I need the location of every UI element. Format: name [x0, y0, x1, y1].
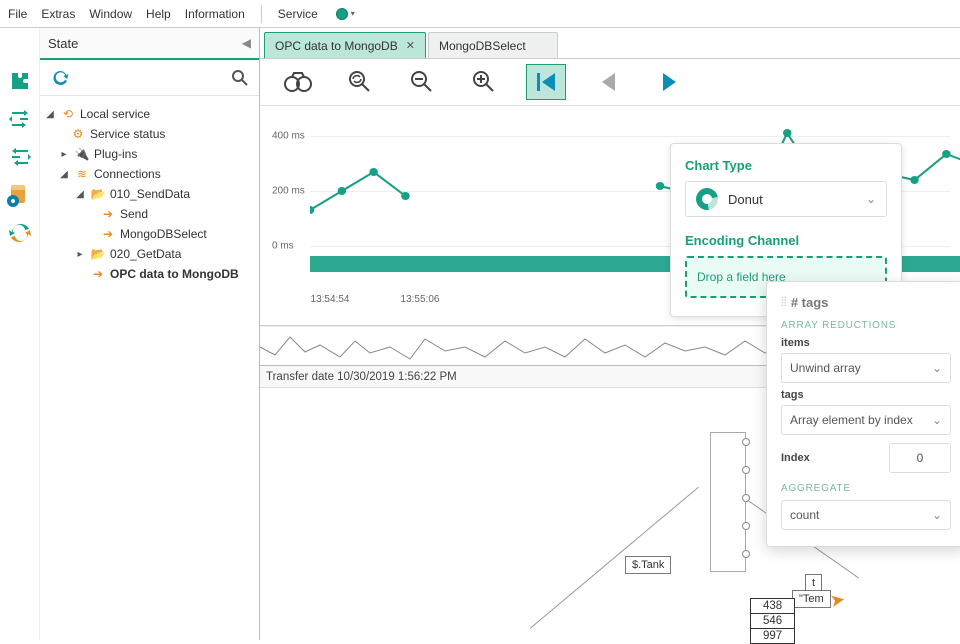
chart-toolbar — [260, 58, 960, 106]
tree-opc[interactable]: ➔OPC data to MongoDB — [44, 264, 255, 284]
node-port[interactable] — [742, 522, 750, 530]
menu-extras[interactable]: Extras — [41, 7, 75, 21]
items-select[interactable]: Unwind array⌄ — [781, 353, 951, 383]
chevron-down-icon: ⌄ — [866, 192, 876, 206]
y-tick: 0 ms — [272, 241, 302, 252]
puzzle-icon[interactable] — [6, 68, 34, 94]
stack-value: 997 — [751, 629, 794, 643]
node-port[interactable] — [742, 466, 750, 474]
section-aggregate: AGGREGATE — [781, 483, 951, 494]
folder-icon: 📂 — [90, 246, 106, 262]
node-port[interactable] — [742, 550, 750, 558]
tree-senddata[interactable]: ◢📂010_SendData — [44, 184, 255, 204]
tab-opc[interactable]: OPC data to MongoDB✕ — [264, 32, 426, 58]
sliders-left-icon[interactable] — [6, 144, 34, 170]
tags-popup: ⦙⦙ # tags ARRAY REDUCTIONS items Unwind a… — [766, 281, 960, 547]
section-array-reductions: ARRAY REDUCTIONS — [781, 320, 951, 331]
nav-next-icon[interactable] — [650, 64, 690, 100]
panel-collapse-icon[interactable]: ◀ — [242, 36, 251, 50]
arrow-right-icon: ➔ — [100, 226, 116, 242]
zoom-out-icon[interactable] — [402, 64, 442, 100]
chevron-down-icon: ⌄ — [932, 413, 942, 427]
database-gear-icon[interactable] — [6, 182, 34, 208]
connection-line — [530, 487, 699, 629]
gear-icon: ⚙ — [70, 126, 86, 142]
binoculars-icon[interactable] — [278, 64, 318, 100]
service-status-indicator-icon[interactable] — [336, 8, 348, 20]
nav-prev-icon[interactable] — [588, 64, 628, 100]
tags-title: # tags — [791, 295, 829, 310]
service-tree: ◢⟲Local service ⚙Service status ▸🔌Plug-i… — [40, 96, 259, 292]
tree-plugins[interactable]: ▸🔌Plug-ins — [44, 144, 255, 164]
arrow-right-icon: ➔ — [100, 206, 116, 222]
close-icon[interactable]: ✕ — [406, 39, 415, 52]
tree-connections[interactable]: ◢≋Connections — [44, 164, 255, 184]
search-icon[interactable] — [231, 69, 249, 87]
stack-value: 438 — [751, 599, 794, 614]
tree-mongosel[interactable]: ➔MongoDBSelect — [44, 224, 255, 244]
x-tick: 13:55:06 — [401, 294, 440, 305]
menu-window[interactable]: Window — [89, 7, 132, 21]
y-tick: 400 ms — [272, 131, 302, 142]
sliders-right-icon[interactable] — [6, 106, 34, 132]
tab-mongosel[interactable]: MongoDBSelect — [428, 32, 558, 58]
menubar: File Extras Window Help Information Serv… — [0, 0, 960, 28]
tree-root[interactable]: ◢⟲Local service — [44, 104, 255, 124]
tags-select[interactable]: Array element by index⌄ — [781, 405, 951, 435]
stack-value: 546 — [751, 614, 794, 629]
tree-getdata[interactable]: ▸📂020_GetData — [44, 244, 255, 264]
document-tabs: OPC data to MongoDB✕ MongoDBSelect — [260, 28, 960, 58]
zoom-in-icon[interactable] — [464, 64, 504, 100]
drag-handle-icon[interactable]: ⦙⦙ — [781, 294, 787, 310]
menu-file[interactable]: File — [8, 7, 27, 21]
panel-title: State — [48, 36, 78, 51]
chevron-down-icon: ⌄ — [932, 361, 942, 375]
donut-icon — [692, 184, 723, 215]
main-area: OPC data to MongoDB✕ MongoDBSelect 400 m… — [260, 28, 960, 640]
arrow-right-icon: ➔ — [90, 266, 106, 282]
plug-icon: 🔌 — [74, 146, 90, 162]
menu-separator — [261, 5, 262, 23]
encoding-channel-heading: Encoding Channel — [685, 233, 887, 248]
links-icon: ≋ — [74, 166, 90, 182]
tree-status[interactable]: ⚙Service status — [44, 124, 255, 144]
node-tem[interactable]: "Tem — [792, 590, 831, 608]
menu-help[interactable]: Help — [146, 7, 171, 21]
node-block[interactable] — [710, 432, 746, 572]
label-items: items — [781, 337, 951, 349]
chevron-down-icon: ⌄ — [932, 508, 942, 522]
chart-type-select[interactable]: Donut ⌄ — [685, 181, 887, 217]
y-tick: 200 ms — [272, 186, 302, 197]
tree-send[interactable]: ➔Send — [44, 204, 255, 224]
value-stack: 438 546 997 — [750, 598, 795, 644]
node-port[interactable] — [742, 438, 750, 446]
menu-service[interactable]: Service — [278, 7, 318, 21]
node-tank[interactable]: $.Tank — [625, 556, 671, 574]
nav-first-icon[interactable] — [526, 64, 566, 100]
menu-information[interactable]: Information — [185, 7, 245, 21]
label-tags: tags — [781, 389, 951, 401]
aggregate-select[interactable]: count⌄ — [781, 500, 951, 530]
sync-icon[interactable] — [6, 220, 34, 246]
index-input[interactable]: 0 — [889, 443, 951, 473]
refresh-icon[interactable] — [50, 68, 70, 88]
x-tick: 13:54:54 — [311, 294, 350, 305]
sidebar-icon-strip — [0, 28, 40, 640]
service-icon: ⟲ — [60, 106, 76, 122]
chart-type-heading: Chart Type — [685, 158, 887, 173]
label-index: Index — [781, 452, 810, 464]
state-panel: State ◀ ◢⟲Local service ⚙Service status … — [40, 28, 260, 640]
folder-icon: 📂 — [90, 186, 106, 202]
zoom-reset-icon[interactable] — [340, 64, 380, 100]
